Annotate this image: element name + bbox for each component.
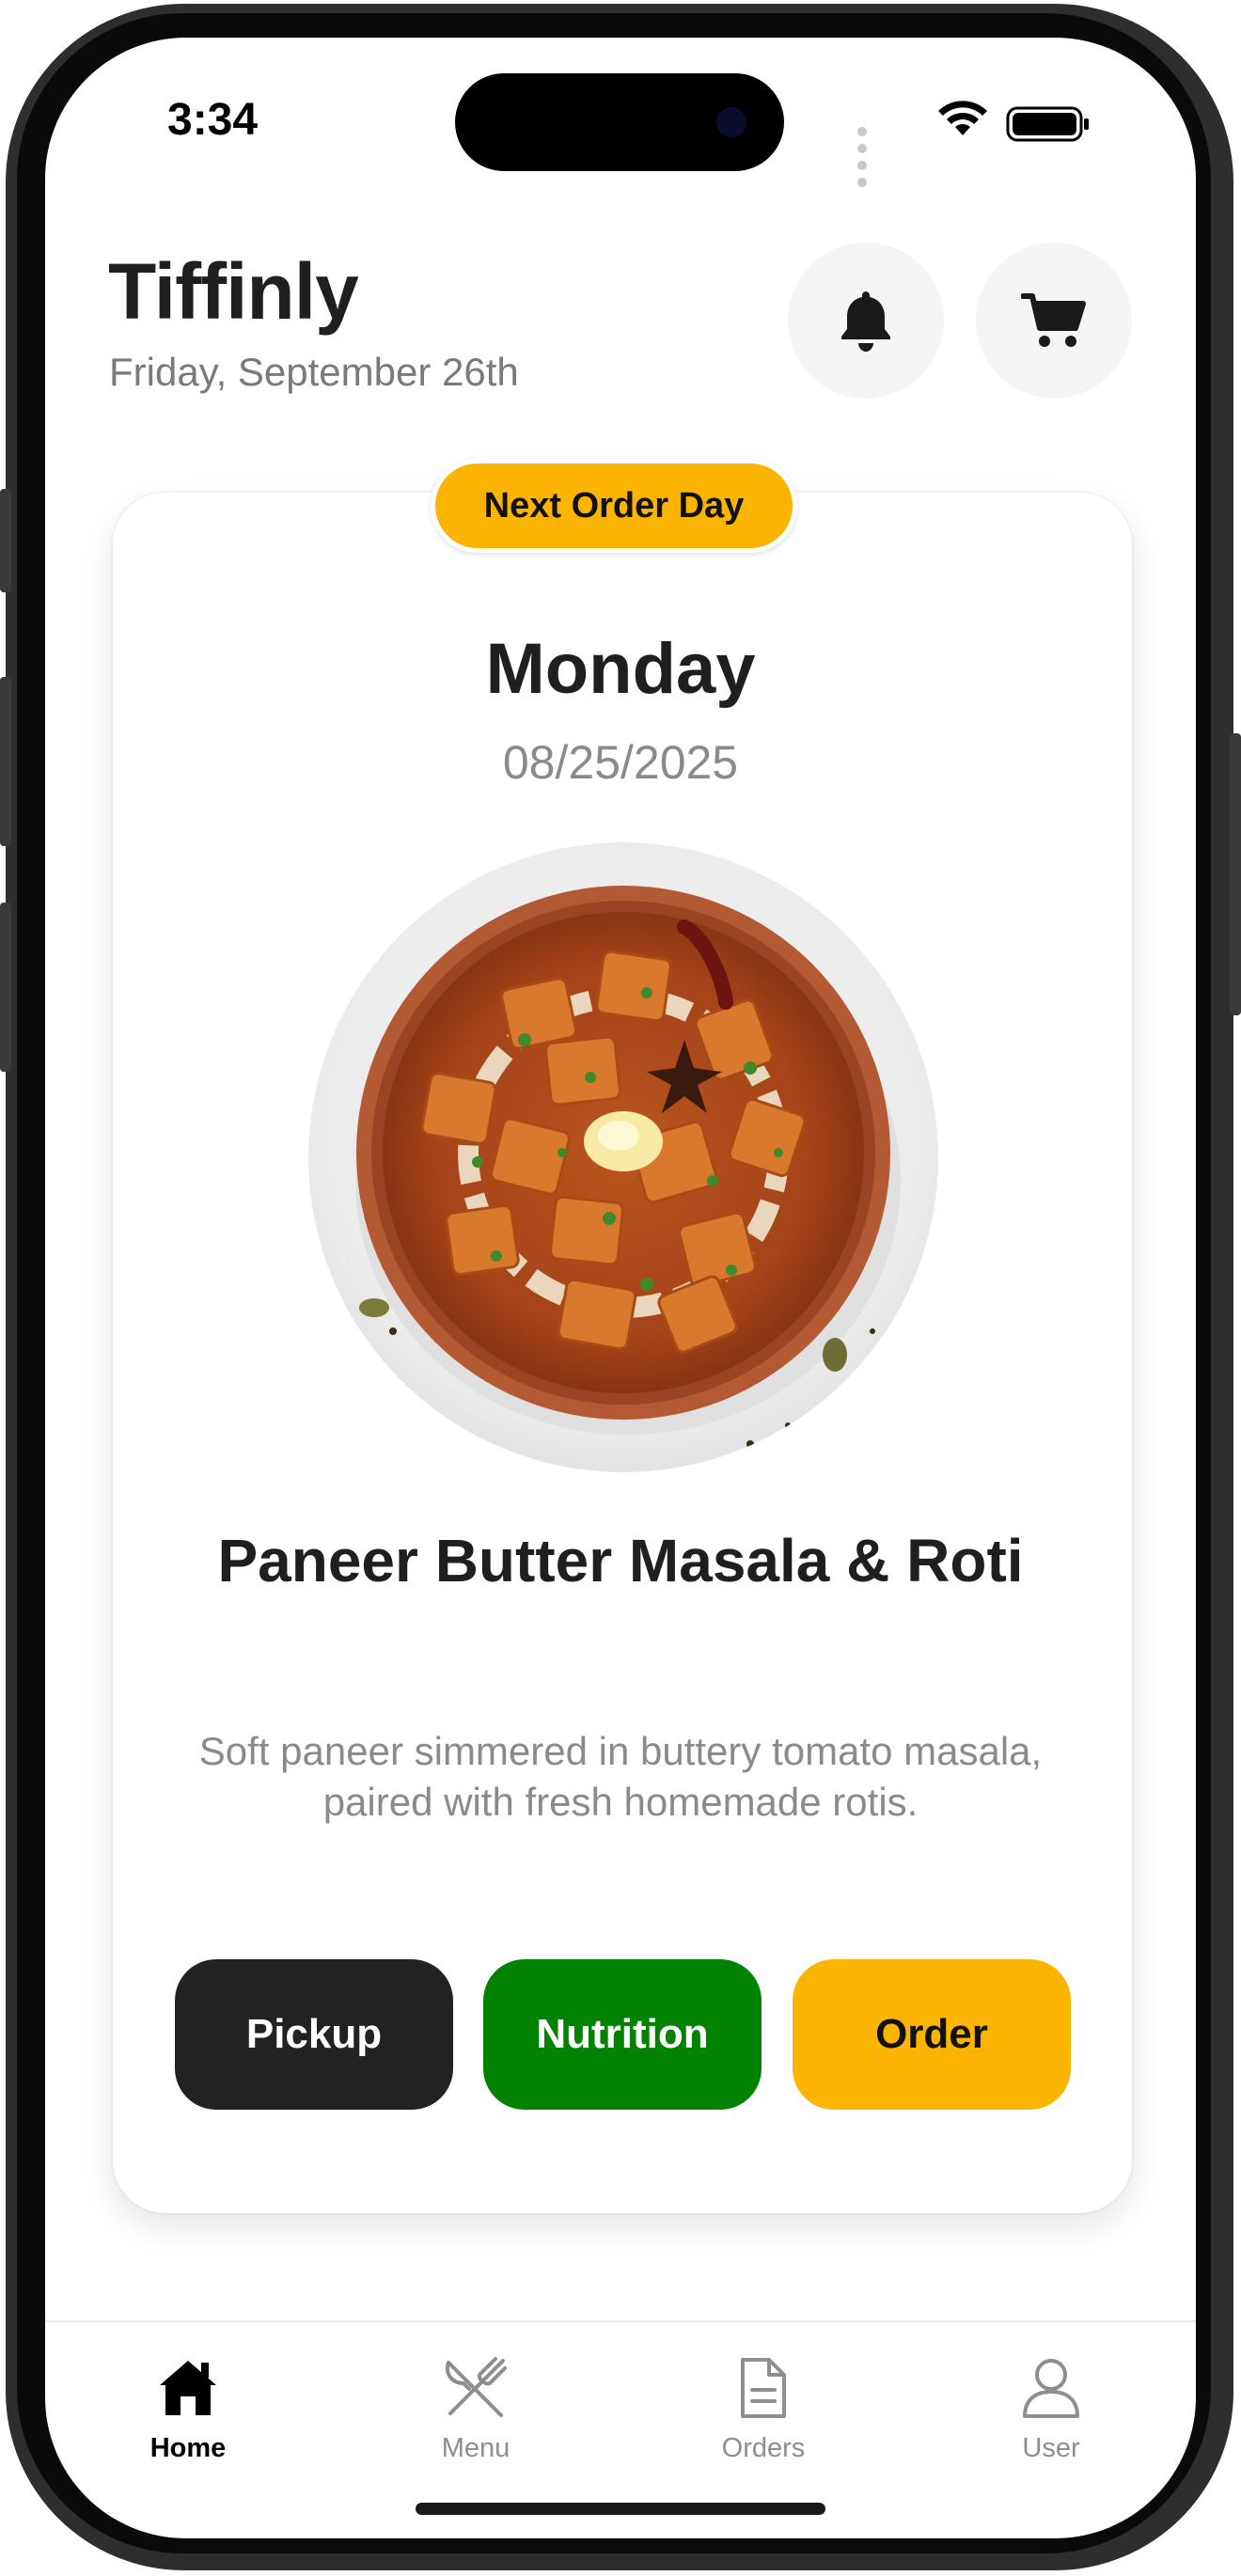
user-icon (1023, 2359, 1079, 2418)
dish-image (308, 842, 938, 1472)
order-date: 08/25/2025 (502, 736, 739, 789)
tab-user[interactable]: User (957, 2350, 1145, 2464)
home-indicator (416, 2503, 825, 2515)
app-title: Tiffinly (108, 247, 359, 336)
current-date: Friday, September 26th (109, 350, 519, 394)
wifi-icon (938, 101, 987, 135)
order-button[interactable]: Order (793, 1959, 1071, 2110)
tab-menu[interactable]: Menu (382, 2350, 570, 2464)
tabbar-divider (45, 2320, 1196, 2322)
order-day: Monday (485, 629, 756, 709)
bell-icon (841, 291, 890, 352)
fork-knife-icon (446, 2357, 507, 2417)
tab-orders[interactable]: Orders (669, 2350, 857, 2464)
dynamic-island (455, 73, 784, 171)
next-order-day-badge: Next Order Day (431, 459, 797, 553)
dish-description: Soft paneer simmered in buttery tomato m… (198, 1729, 1043, 1824)
tab-label: User (1022, 2433, 1080, 2463)
home-icon (160, 2361, 216, 2415)
tab-home[interactable]: Home (94, 2350, 282, 2464)
battery-icon (1006, 106, 1089, 142)
volume-down-button (0, 903, 11, 1072)
document-icon (741, 2358, 786, 2418)
tab-label: Orders (721, 2433, 806, 2463)
cellular-signal-icon (857, 124, 872, 192)
paneer-bowl-illustration (308, 842, 938, 1472)
cart-button[interactable] (976, 243, 1132, 399)
action-button (0, 489, 11, 592)
tab-label: Menu (441, 2433, 511, 2463)
pickup-button[interactable]: Pickup (175, 1959, 453, 2110)
cart-icon (1021, 293, 1086, 347)
status-time: 3:34 (167, 95, 259, 145)
nutrition-button[interactable]: Nutrition (483, 1959, 762, 2110)
front-camera (716, 107, 746, 137)
tab-label: Home (149, 2433, 227, 2463)
notifications-button[interactable] (788, 243, 944, 399)
dish-name: Paneer Butter Masala & Roti (217, 1527, 1024, 1594)
